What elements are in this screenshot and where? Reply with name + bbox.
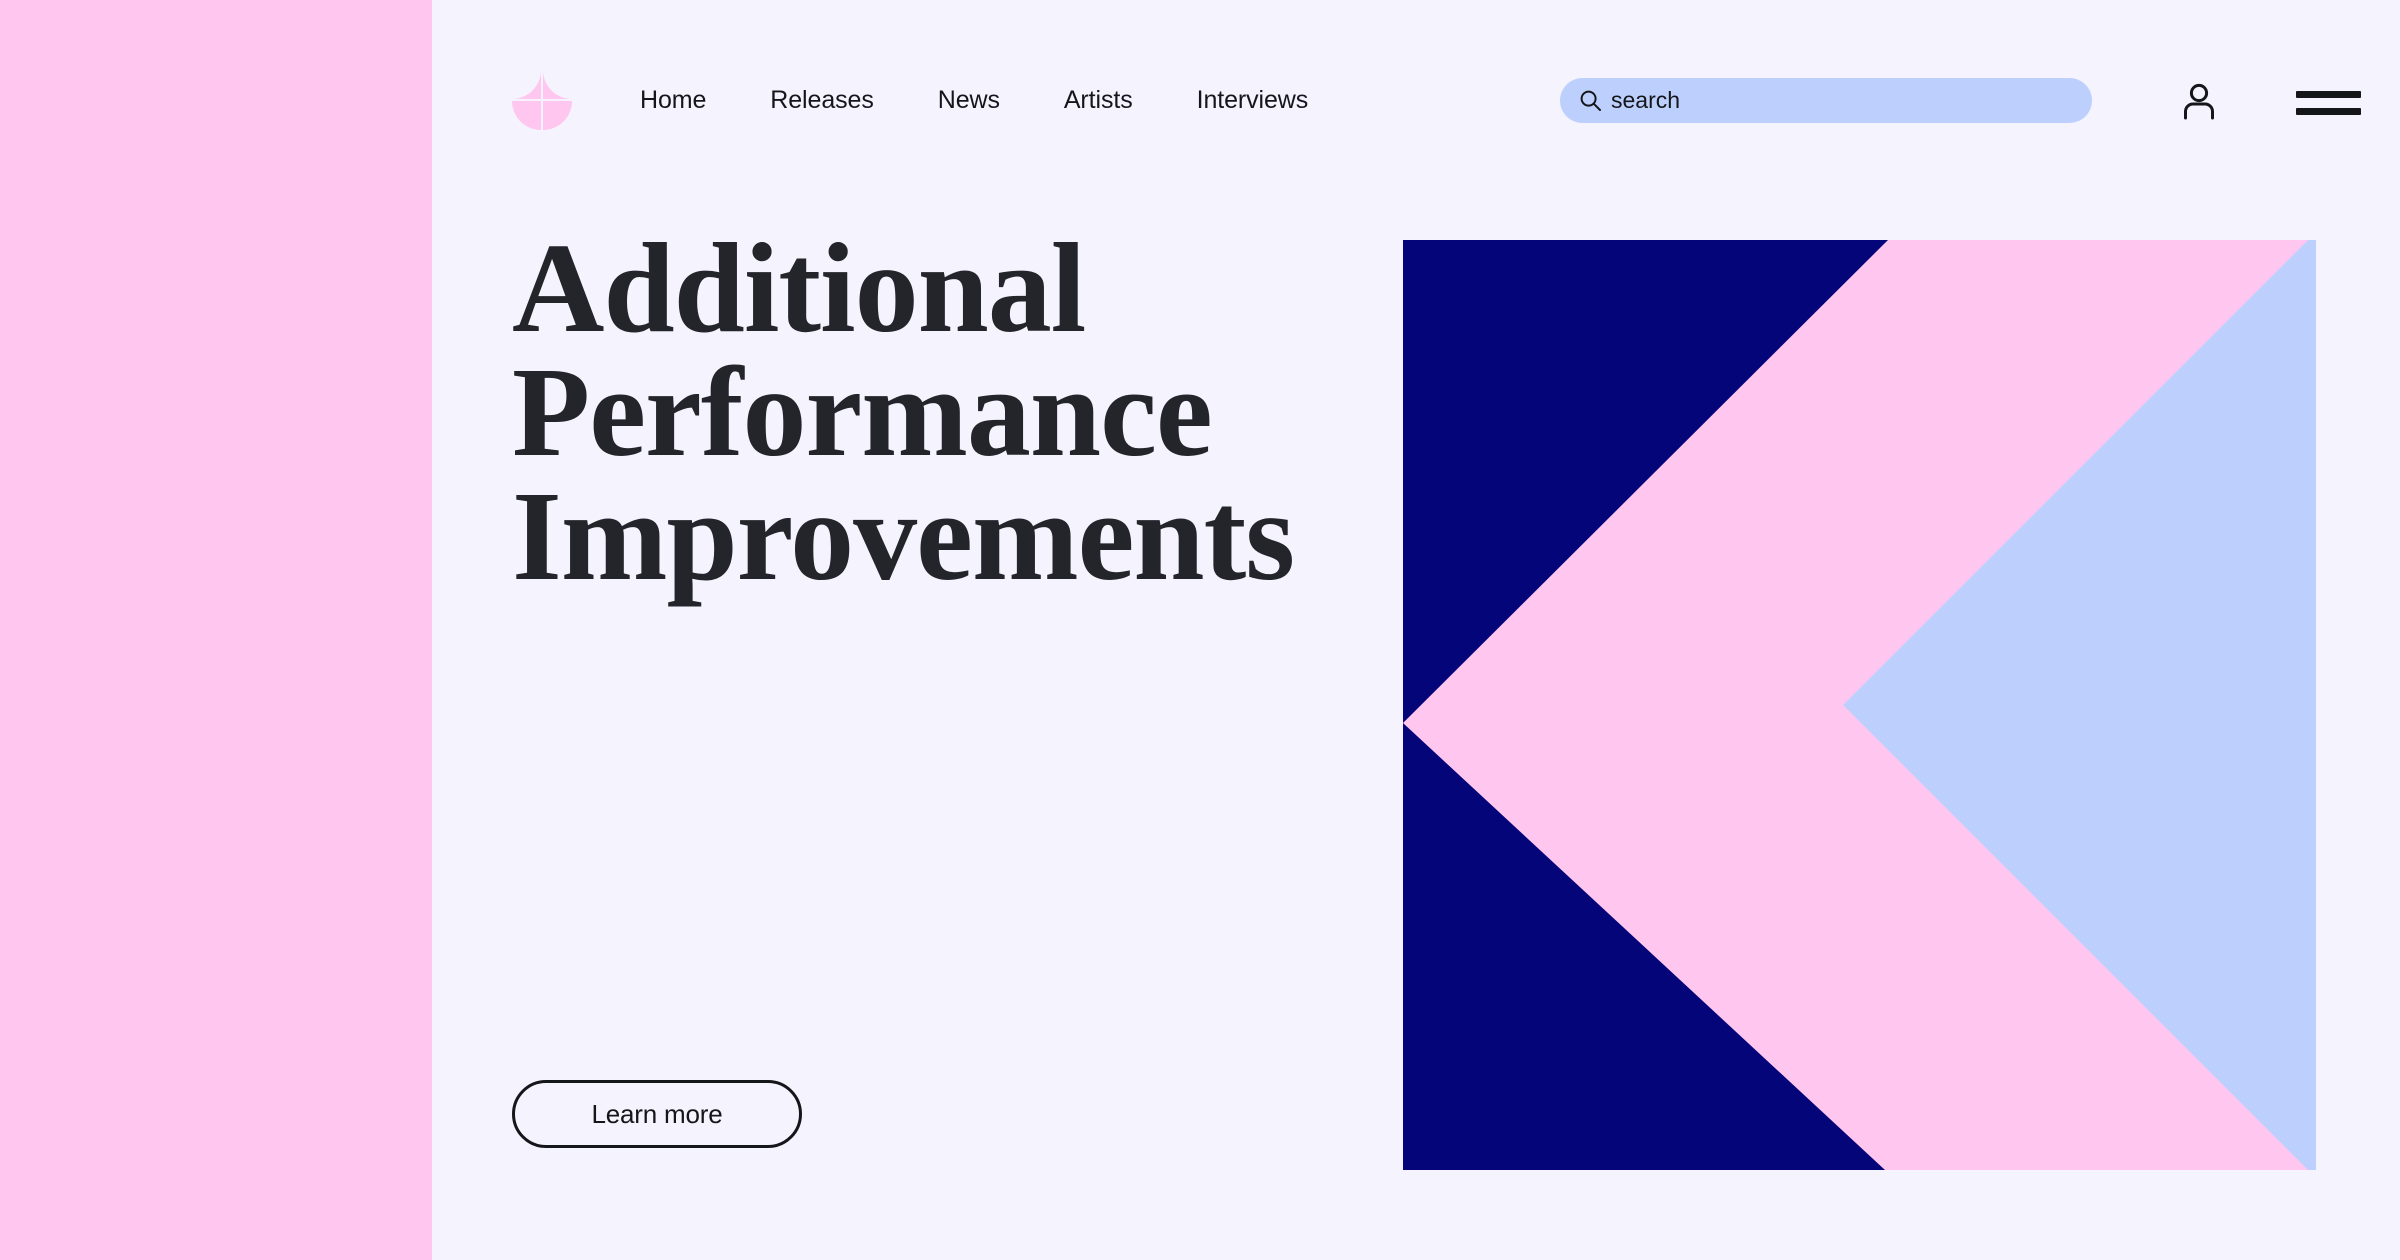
hero-title-line-1: Additional xyxy=(512,217,1086,359)
chevron-geometric-artwork xyxy=(1403,240,2316,1170)
left-decorative-rail xyxy=(0,0,432,1260)
page-canvas: Home Releases News Artists Interviews se… xyxy=(432,0,2400,1260)
learn-more-button[interactable]: Learn more xyxy=(512,1080,802,1148)
hamburger-menu-icon[interactable] xyxy=(2296,88,2361,118)
primary-navigation: Home Releases News Artists Interviews xyxy=(640,70,1340,130)
nav-item-news[interactable]: News xyxy=(906,87,1032,113)
hero-heading-block: Additional Performance Improvements xyxy=(512,224,1342,600)
nav-item-artists[interactable]: Artists xyxy=(1032,87,1165,113)
site-header: Home Releases News Artists Interviews xyxy=(432,0,2400,134)
menu-bar-top xyxy=(2296,91,2361,98)
hero-title-line-3: Improvements xyxy=(512,465,1295,608)
search-input[interactable] xyxy=(1611,87,2072,114)
nav-item-releases[interactable]: Releases xyxy=(738,87,905,113)
page-title: Additional Performance Improvements xyxy=(512,224,1342,600)
nav-item-home[interactable]: Home xyxy=(640,87,738,113)
menu-bar-bottom xyxy=(2296,108,2361,115)
hero-title-line-2: Performance xyxy=(512,341,1213,484)
four-petal-logo-icon[interactable] xyxy=(512,70,572,130)
nav-item-interviews[interactable]: Interviews xyxy=(1165,87,1341,113)
user-account-icon[interactable] xyxy=(2178,80,2220,122)
search-bar[interactable] xyxy=(1560,78,2092,123)
search-icon xyxy=(1580,90,1601,111)
